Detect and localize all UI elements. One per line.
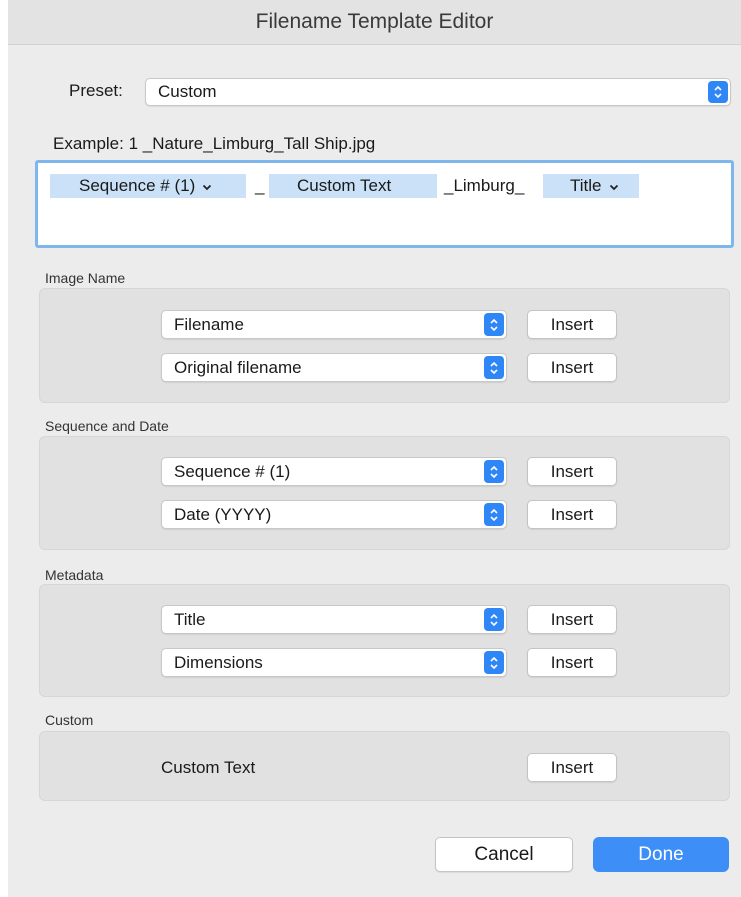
section-label-custom: Custom [45,712,94,728]
preset-select[interactable]: Custom [145,78,731,106]
metadata-select-2[interactable]: Dimensions [161,648,507,677]
image-name-select-2[interactable]: Original filename [161,353,507,382]
chevron-down-icon [609,176,619,196]
token-label: Title [570,176,602,195]
token-custom-text[interactable]: Custom Text [269,174,437,198]
example-label: Example: [53,134,124,153]
up-down-arrows-icon [484,608,504,631]
section-image-name [39,288,730,403]
token-label: Custom Text [297,176,392,195]
insert-button[interactable]: Insert [527,353,617,382]
section-label-sequence-date: Sequence and Date [45,418,169,434]
select-value: Date (YYYY) [174,504,272,524]
preset-label: Preset: [69,81,123,100]
example-value: 1 _Nature_Limburg_Tall Ship.jpg [128,134,376,153]
select-value: Title [174,609,206,629]
insert-button[interactable]: Insert [527,500,617,529]
token-literal-underscore: _ [255,176,265,195]
select-value: Dimensions [174,652,263,672]
token-literal-limburg: _Limburg_ [444,176,525,195]
insert-button[interactable]: Insert [527,605,617,634]
example-line: Example: 1 _Nature_Limburg_Tall Ship.jpg [53,134,375,154]
metadata-select-1[interactable]: Title [161,605,507,634]
template-editor-field[interactable]: Sequence # (1) _ Custom Text _Limburg_ T… [35,160,734,248]
filename-template-editor-dialog: Filename Template Editor Preset: Custom … [8,0,741,897]
token-label: Sequence # (1) [79,176,196,195]
image-name-select-1[interactable]: Filename [161,310,507,339]
insert-button[interactable]: Insert [527,457,617,486]
sequence-select[interactable]: Sequence # (1) [161,457,507,486]
cancel-button[interactable]: Cancel [435,837,573,872]
up-down-arrows-icon [484,460,504,483]
up-down-arrows-icon [484,503,504,526]
up-down-arrows-icon [484,356,504,379]
token-sequence[interactable]: Sequence # (1) [50,174,246,198]
preset-value: Custom [158,82,217,101]
select-value: Original filename [174,357,302,377]
section-sequence-date [39,436,730,550]
section-metadata [39,584,730,697]
up-down-arrows-icon [484,313,504,336]
select-value: Filename [174,314,244,334]
section-label-metadata: Metadata [45,567,104,583]
insert-button[interactable]: Insert [527,648,617,677]
token-title[interactable]: Title [543,174,639,198]
done-button[interactable]: Done [593,837,729,872]
date-select[interactable]: Date (YYYY) [161,500,507,529]
window-title: Filename Template Editor [8,0,741,45]
insert-button[interactable]: Insert [527,310,617,339]
section-label-image-name: Image Name [45,270,126,286]
up-down-arrows-icon [484,651,504,674]
select-value: Sequence # (1) [174,461,291,481]
chevron-down-icon [202,176,212,196]
insert-button[interactable]: Insert [527,753,617,782]
up-down-arrows-icon [708,81,728,103]
custom-text-label: Custom Text [161,758,256,777]
section-custom [39,731,730,801]
